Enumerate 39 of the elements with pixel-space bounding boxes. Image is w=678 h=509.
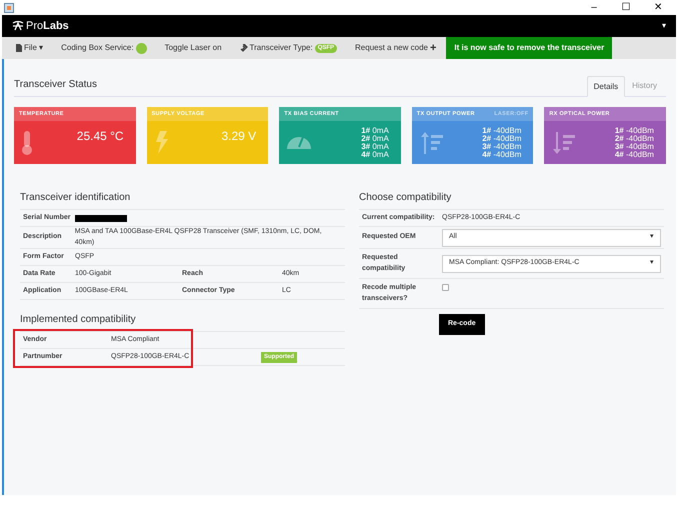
status-label: Coding Box Service: — [61, 42, 134, 54]
lane-reading: 3# -40dBm — [482, 142, 522, 150]
maximize-button[interactable]: ☐ — [610, 0, 642, 14]
app-icon — [4, 2, 14, 12]
lane-reading: 4# -40dBm — [614, 150, 654, 158]
section-title: Transceiver identification — [20, 191, 132, 205]
card-value: 25.45 °C — [76, 128, 124, 145]
lane-reading: 1# 0mA — [361, 126, 389, 134]
lane-reading: 4# 0mA — [361, 150, 389, 158]
lane-reading: 1# -40dBm — [614, 126, 654, 134]
close-button[interactable]: ✕ — [642, 0, 674, 14]
lane-reading: 4# -40dBm — [482, 150, 522, 158]
lane-reading: 2# -40dBm — [482, 134, 522, 142]
lane-reading: 3# -40dBm — [614, 142, 654, 150]
logo-icon — [12, 20, 24, 32]
arrow-up-list-icon — [420, 132, 443, 154]
checkbox[interactable] — [442, 284, 449, 291]
lane-reading: 2# 0mA — [361, 134, 389, 142]
lane-reading: 2# -40dBm — [614, 134, 654, 142]
safe-notice: It is now safe to remove the transceiver — [446, 37, 612, 59]
section-title: Choose compatibility — [359, 191, 452, 205]
lightning-icon — [154, 131, 168, 154]
arrow-down-list-icon — [552, 132, 576, 154]
logo: ProLabs — [26, 18, 69, 34]
section-title: Implemented compatibility — [20, 313, 137, 327]
menu-caret[interactable]: ▾ — [662, 20, 666, 32]
lane-reading: 1# -40dBm — [482, 126, 522, 134]
card-value: 3.29 V — [221, 128, 256, 145]
tab[interactable]: Details — [586, 76, 626, 97]
gauge-icon — [287, 136, 312, 148]
lane-reading: 3# 0mA — [361, 142, 389, 150]
file-menu[interactable]: File ▾ — [16, 42, 44, 54]
type-label: Transceiver Type: — [250, 42, 313, 54]
request-code-button[interactable]: Request a new code + — [355, 40, 436, 56]
document-icon — [16, 44, 22, 52]
section-title: Transceiver Status — [14, 78, 97, 92]
minimize-button[interactable]: – — [578, 0, 610, 14]
toggle-laser-button[interactable]: Toggle Laser on — [164, 42, 222, 54]
thermometer-icon — [22, 130, 32, 154]
